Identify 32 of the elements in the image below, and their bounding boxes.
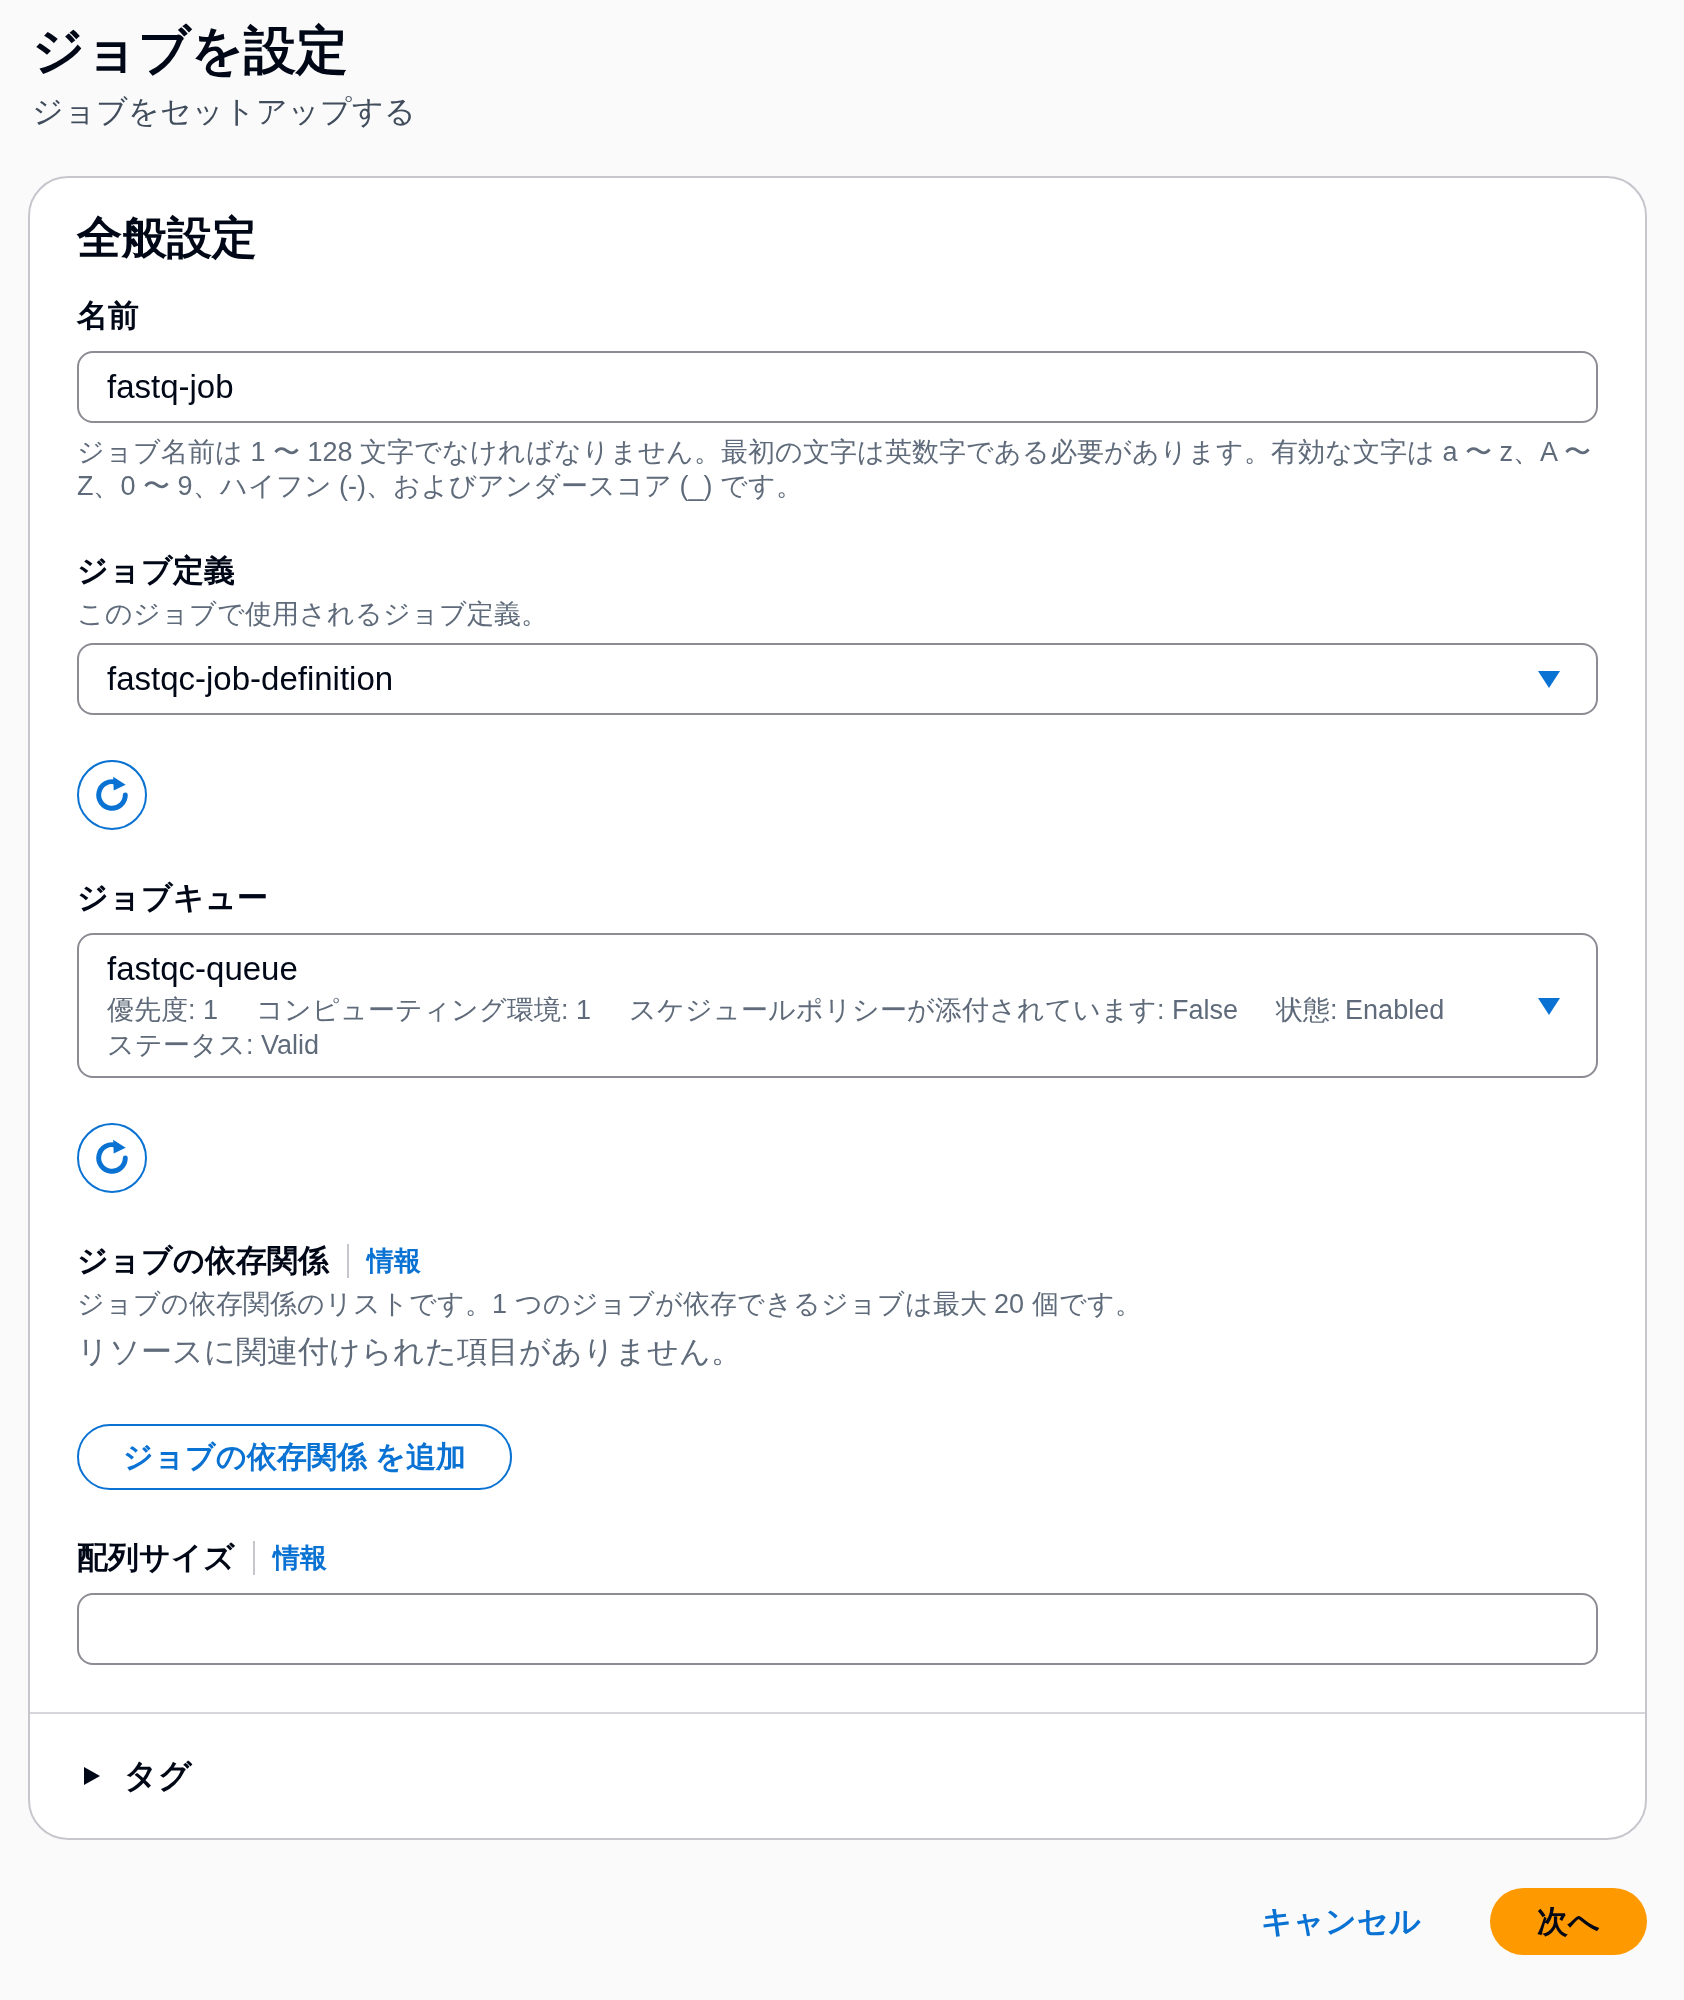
text-field[interactable] bbox=[77, 1593, 1598, 1665]
section-heading: 全般設定 bbox=[77, 211, 257, 265]
info-link[interactable]: 情報 bbox=[367, 1244, 421, 1278]
option-detail: ステータス: Valid bbox=[107, 1029, 320, 1062]
field-description: このジョブで使用されるジョブ定義。 bbox=[77, 598, 548, 631]
option-detail: スケジュールポリシーが添付されています: False bbox=[629, 994, 1239, 1027]
next-button[interactable]: 次へ bbox=[1490, 1888, 1647, 1955]
refresh-icon bbox=[93, 776, 131, 814]
field-label: 名前 bbox=[77, 297, 139, 335]
caret-down-icon bbox=[1538, 670, 1560, 688]
info-link[interactable]: 情報 bbox=[273, 1541, 327, 1575]
field-label: 配列サイズ bbox=[77, 1539, 235, 1577]
cancel-button[interactable]: キャンセル bbox=[1261, 1901, 1421, 1942]
field-description: ジョブの依存関係のリストです。1 つのジョブが依存できるジョブは最大 20 個です。 bbox=[77, 1288, 1142, 1321]
option-detail: コンピューティング環境: 1 bbox=[256, 994, 592, 1027]
dropdown-field[interactable]: fastqc-queue 優先度: 1 コンピューティング環境: 1 スケジュールポリシーが添付されています: False 状態: Enabled ステータス: Valid bbox=[77, 933, 1598, 1078]
refresh-icon bbox=[93, 1139, 131, 1177]
field-label: ジョブ定義 bbox=[77, 552, 235, 590]
text-field[interactable]: fastq-job bbox=[77, 351, 1598, 423]
option-title: fastqc-queue bbox=[107, 950, 298, 988]
field-hint: ジョブ名前は 1 〜 128 文字でなければなりません。最初の文字は英数字である必要があります。有効な文字は a 〜 z、A 〜 Z、0 〜 9、ハイフン (-)、およびアンダースコア (_) です。 bbox=[77, 436, 1593, 503]
option-detail: 状態: Enabled bbox=[1276, 994, 1445, 1027]
option-detail: 優先度: 1 bbox=[107, 994, 219, 1027]
page-subtitle: ジョブをセットアップする bbox=[32, 93, 416, 131]
field-label: ジョブの依存関係 bbox=[77, 1242, 329, 1280]
field-label: ジョブキュー bbox=[77, 879, 268, 917]
add-dependency-button[interactable]: ジョブの依存関係 を追加 bbox=[77, 1424, 513, 1490]
page-title: ジョブを設定 bbox=[32, 20, 348, 81]
dropdown-field[interactable]: fastqc-job-definition bbox=[77, 643, 1598, 715]
caret-down-icon bbox=[1538, 998, 1560, 1015]
tags-expander[interactable]: タグ bbox=[83, 1756, 192, 1796]
empty-state-text: リソースに関連付けられた項目がありません。 bbox=[77, 1333, 742, 1371]
